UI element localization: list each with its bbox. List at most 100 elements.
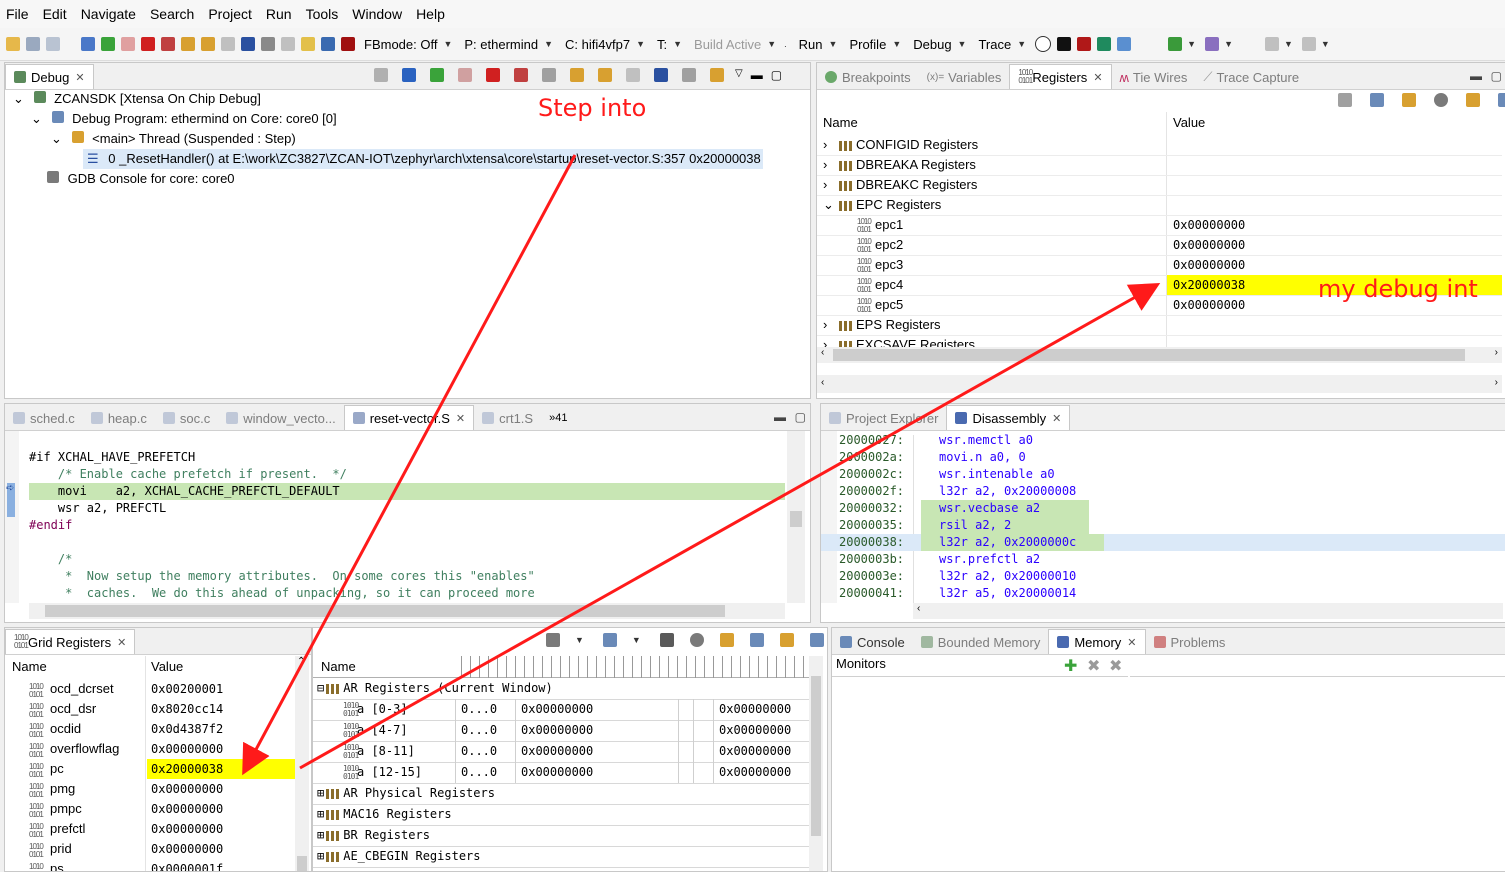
minimize-icon[interactable]: ▬	[751, 68, 763, 82]
grid-register-value[interactable]: 0x0000001f	[147, 859, 295, 871]
ar-register-value[interactable]: 0x00000000	[521, 741, 593, 762]
project-dropdown-icon[interactable]: ▼	[544, 39, 553, 49]
grid-register-row[interactable]: 1010 0101 ocd_dcrset 0x00200001	[5, 679, 295, 699]
chevron-right-icon[interactable]: ›	[823, 155, 839, 175]
chevron-down-icon[interactable]: ⌄	[51, 131, 62, 146]
tools-icon[interactable]	[1205, 37, 1220, 51]
ar-group-row[interactable]: ⊟ AR Registers (Current Window)	[313, 678, 809, 700]
menu-project[interactable]: Project	[202, 6, 260, 22]
code-line-5[interactable]: #endif	[29, 517, 72, 534]
code-line-2[interactable]: /* Enable cache prefetch if present. */	[29, 466, 347, 483]
grid-register-value[interactable]: 0x0d4387f2	[147, 719, 295, 739]
maximize-icon[interactable]: ▢	[771, 68, 782, 82]
tab-crt1-s[interactable]: crt1.S	[474, 406, 541, 430]
col-value-header[interactable]: Value	[1173, 112, 1205, 134]
expand-box-icon[interactable]: ⊞	[317, 849, 324, 863]
code-line-3[interactable]: movi a2, XCHAL_CACHE_PREFCTL_DEFAULT	[29, 483, 340, 500]
disassembly-row[interactable]: 2000003e: l32r a2, 0x20000010	[821, 568, 1505, 585]
instruction-step-icon[interactable]	[654, 68, 668, 82]
register-row[interactable]: 1010 0101 epc1 0x00000000	[817, 215, 1502, 236]
step-into-icon[interactable]	[570, 68, 584, 82]
highlighted-pc-value[interactable]: 0x20000038	[147, 759, 295, 779]
vertical-scrollbar[interactable]	[787, 431, 805, 603]
scroll-up-icon[interactable]: ⌃	[297, 656, 305, 667]
chevron-down-icon[interactable]: ⌄	[823, 195, 839, 215]
step-into-icon[interactable]	[181, 37, 195, 51]
next-dropdown-icon[interactable]: ▼	[1321, 39, 1330, 49]
grid-register-row[interactable]: 1010 0101 overflowflag 0x00000000	[5, 739, 295, 759]
grid-register-row[interactable]: 1010 0101 pmpc 0x00000000	[5, 799, 295, 819]
chevron-right-icon[interactable]: ›	[823, 315, 839, 335]
suspend-icon[interactable]	[121, 37, 135, 51]
expand-box-icon[interactable]: ⊞	[317, 807, 324, 821]
help-icon[interactable]	[1035, 36, 1052, 52]
close-icon[interactable]: ✕	[456, 412, 465, 425]
menu-search[interactable]: Search	[144, 6, 202, 22]
register-value[interactable]: 0x00000000	[1167, 235, 1502, 255]
register-value[interactable]: 0x00000000	[1167, 215, 1502, 235]
tab-grid-registers[interactable]: 1010 0101 Grid Registers ✕	[5, 629, 136, 654]
tab-debug[interactable]: Debug ✕	[5, 64, 94, 89]
expand-box-icon[interactable]: ⊞	[317, 828, 324, 842]
profile-button[interactable]: Profile	[849, 37, 886, 52]
project-selector[interactable]: P: ethermind	[464, 37, 538, 52]
target-dropdown-icon[interactable]: ▼	[673, 39, 682, 49]
register-group-row[interactable]: › DBREAKA Registers	[817, 155, 1502, 176]
menu-edit[interactable]: Edit	[37, 6, 75, 22]
remove-monitor-icon[interactable]: ✖	[1087, 656, 1100, 676]
tab-bounded-memory[interactable]: Bounded Memory	[913, 630, 1049, 654]
chevron-right-icon[interactable]: ›	[823, 135, 839, 155]
ar-group-row[interactable]: ⊞ AE_CBEGIN Registers	[313, 846, 809, 868]
code-line-1[interactable]: #if XCHAL_HAVE_PREFETCH	[29, 449, 195, 466]
ar-register-bits[interactable]: 0...0	[461, 762, 497, 783]
ar-group-row[interactable]: ⊞ AR Physical Registers	[313, 783, 809, 805]
maximize-icon[interactable]: ▢	[1491, 69, 1502, 83]
vertical-scrollbar[interactable]	[809, 656, 823, 871]
disassembly-row[interactable]: 2000002a: movi.n a0, 0	[821, 449, 1505, 466]
grid-col-name-header[interactable]: Name	[12, 656, 47, 678]
drop-frame-icon[interactable]	[682, 68, 696, 82]
ar-register-value[interactable]: 0x00000000	[521, 720, 593, 741]
config-dropdown-icon[interactable]: ▼	[636, 39, 645, 49]
use-step-filters-icon[interactable]	[281, 37, 295, 51]
columns-icon[interactable]	[602, 633, 617, 647]
register-group-row[interactable]: › DBREAKC Registers	[817, 175, 1502, 196]
tab-soc-c[interactable]: soc.c	[155, 406, 218, 430]
run-button[interactable]: Run	[799, 37, 823, 52]
chevron-right-icon[interactable]: ›	[823, 175, 839, 195]
restart-icon[interactable]	[710, 68, 724, 82]
vertical-scrollbar[interactable]: ⌃	[295, 656, 309, 871]
new-group-icon[interactable]	[779, 633, 794, 647]
tree-item-stack-frame[interactable]: ☰ 0 _ResetHandler() at E:\work\ZC3827\ZC…	[83, 149, 763, 169]
ar-register-bits[interactable]: 0...0	[461, 699, 497, 720]
tools-dropdown-icon[interactable]: ▼	[1224, 39, 1233, 49]
search-icon[interactable]	[1434, 93, 1448, 107]
grid-register-row[interactable]: 10100101ps0x0000001f	[5, 859, 295, 871]
export-icon[interactable]	[1498, 93, 1505, 107]
tab-registers[interactable]: 1010 0101 Registers ✕	[1009, 64, 1112, 89]
scroll-thumb[interactable]	[833, 349, 1465, 361]
minimize-icon[interactable]: ▬	[774, 410, 786, 424]
ar-register-value[interactable]: 0x00000000	[719, 699, 791, 720]
tab-memory[interactable]: Memory ✕	[1048, 629, 1146, 654]
resume-icon[interactable]	[101, 37, 115, 51]
ar-register-row[interactable]: 1010 0101a [0-3] 0...0 0x00000000 0x00000000	[313, 699, 809, 721]
chevron-down-icon[interactable]: ⌄	[31, 111, 42, 126]
disassembly-row[interactable]: 20000035: rsil a2, 2	[821, 517, 1505, 534]
refresh-icon[interactable]	[1402, 93, 1416, 107]
save-all-icon[interactable]	[46, 37, 60, 51]
prev-dropdown-icon[interactable]: ▼	[1284, 39, 1293, 49]
skip-breakpoints-icon[interactable]	[81, 37, 95, 51]
code-line-7[interactable]: /*	[29, 551, 72, 568]
fbmode-label[interactable]: FBmode: Off	[364, 37, 437, 52]
register-value[interactable]: 0x00000000	[1167, 255, 1502, 275]
code-line-4[interactable]: wsr a2, PREFCTL	[29, 500, 166, 517]
tree-item-gdb-console[interactable]: GDB Console for core: core0	[47, 169, 235, 189]
remove-all-monitors-icon[interactable]: ✖	[1109, 656, 1122, 676]
ar-register-row[interactable]: 1010 0101a [8-11] 0...0 0x00000000 0x0000000…	[313, 741, 809, 763]
register-group-row[interactable]: › EPS Registers	[817, 315, 1502, 336]
step-return-icon[interactable]	[221, 37, 235, 51]
register-group-row[interactable]: › EXCSAVE Registers	[817, 335, 1502, 347]
scroll-thumb[interactable]	[45, 605, 725, 617]
expand-box-icon[interactable]: ⊞	[317, 786, 324, 800]
